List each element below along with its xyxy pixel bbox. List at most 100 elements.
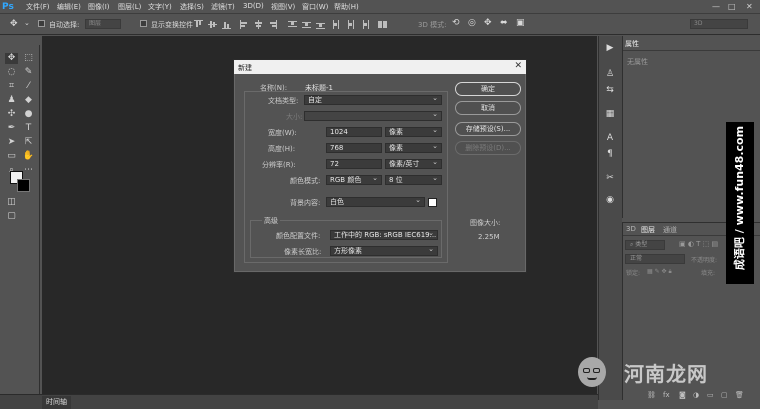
close-icon[interactable]: ✕ [514, 61, 522, 71]
pen-tool-icon[interactable]: ✒ [5, 123, 18, 134]
eraser-tool-icon[interactable]: ◆ [22, 95, 35, 106]
move-tool-icon[interactable]: ✥ [10, 19, 18, 29]
3d-scale-icon[interactable]: ▣ [516, 18, 525, 28]
move-tool-icon[interactable]: ✥ [5, 53, 18, 64]
tab-timeline[interactable]: 时间轴 [42, 396, 71, 409]
tab-channels[interactable]: 通道 [663, 225, 677, 235]
menu-image[interactable]: 图像(I) [88, 2, 110, 12]
workspace-dropdown[interactable]: 3D [690, 19, 748, 29]
healing-tool-icon[interactable]: ✣ [5, 109, 18, 120]
pixel-aspect-select[interactable]: 方形像素 [330, 246, 438, 256]
height-field[interactable]: 768 [326, 143, 382, 153]
menu-window[interactable]: 窗口(W) [302, 2, 328, 12]
menu-layer[interactable]: 图层(L) [118, 2, 141, 12]
eyedropper-tool-icon[interactable]: ⁄ [22, 81, 35, 92]
layer-filter-icons[interactable]: ▣ ◐ T ⬚ ▤ [679, 240, 718, 248]
align-hcenter-icon[interactable] [254, 20, 263, 29]
color-profile-select[interactable]: 工作中的 RGB: sRGB IEC619... [330, 230, 438, 240]
size-select[interactable] [304, 111, 442, 121]
blend-mode-dropdown[interactable]: 正常 [625, 254, 685, 264]
layer-filter-dropdown[interactable]: ⌕ 类型 [625, 240, 665, 250]
background-select[interactable]: 白色 [326, 197, 425, 207]
menu-select[interactable]: 选择(S) [180, 2, 204, 12]
blur-tool-icon[interactable]: ● [22, 109, 35, 120]
quick-mask-icon[interactable]: ◫ [5, 197, 18, 208]
adjustments-icon[interactable]: ⇆ [603, 84, 617, 96]
resolution-field[interactable]: 72 [326, 159, 382, 169]
3d-roll-icon[interactable]: ◎ [468, 18, 476, 28]
3d-rotate-icon[interactable]: ⟲ [452, 18, 460, 28]
stamp-tool-icon[interactable]: ♟ [5, 95, 18, 106]
tab-layers[interactable]: 图层 [641, 225, 655, 235]
type-tool-icon[interactable]: T [22, 123, 35, 134]
tab-properties[interactable]: 属性 [625, 39, 655, 49]
menu-filter[interactable]: 滤镜(T) [211, 2, 235, 12]
3d-pan-icon[interactable]: ✥ [484, 18, 492, 28]
preset-select[interactable]: 自定 [304, 95, 442, 105]
history-icon[interactable]: ▶ [603, 42, 617, 54]
menu-view[interactable]: 视图(V) [271, 2, 295, 12]
align-top-icon[interactable] [194, 20, 203, 29]
menu-type[interactable]: 文字(Y) [148, 2, 172, 12]
cancel-button[interactable]: 取消 [455, 101, 521, 115]
show-transform-checkbox[interactable] [140, 20, 147, 27]
menu-help[interactable]: 帮助(H) [334, 2, 359, 12]
auto-select-checkbox[interactable] [38, 20, 45, 27]
delete-layer-icon[interactable]: 🗑︎ [735, 391, 744, 399]
crop-tool-icon[interactable]: ⌗ [5, 81, 18, 92]
distribute-hcenter-icon[interactable] [346, 20, 355, 29]
advanced-toggle[interactable]: 高级 [262, 216, 280, 226]
height-unit-select[interactable]: 像素 [385, 143, 442, 153]
chevron-down-icon[interactable]: ⌄ [24, 19, 30, 27]
lock-icons[interactable]: ▦ ✎ ✥ 🔒︎ [647, 268, 672, 276]
distribute-bottom-icon[interactable] [316, 20, 325, 29]
align-vcenter-icon[interactable] [208, 20, 217, 29]
path-select-tool-icon[interactable]: ➤ [5, 137, 18, 148]
3d-slide-icon[interactable]: ⬌ [500, 18, 508, 28]
width-field[interactable]: 1024 [326, 127, 382, 137]
more-tools-icon[interactable]: ⋯ [22, 165, 35, 176]
distribute-right-icon[interactable] [360, 20, 369, 29]
new-layer-icon[interactable]: ▢ [721, 391, 728, 399]
3d-icon[interactable]: ◉ [603, 194, 617, 206]
minimize-icon[interactable]: — [712, 2, 720, 11]
align-right-icon[interactable] [268, 20, 277, 29]
width-unit-select[interactable]: 像素 [385, 127, 442, 137]
fx-icon[interactable]: fx [663, 391, 670, 399]
character-icon[interactable]: A [603, 132, 617, 144]
background-color-swatch[interactable] [428, 198, 437, 207]
distribute-vcenter-icon[interactable] [302, 20, 311, 29]
lasso-tool-icon[interactable]: ◌ [5, 67, 18, 78]
align-bottom-icon[interactable] [222, 20, 231, 29]
new-group-icon[interactable]: ▭ [707, 391, 714, 399]
marquee-tool-icon[interactable]: ⬚ [22, 53, 35, 64]
maximize-icon[interactable]: □ [728, 2, 736, 11]
tools-preset-icon[interactable]: ✂ [603, 172, 617, 184]
save-preset-button[interactable]: 存储预设(S)... [455, 122, 521, 136]
ok-button[interactable]: 确定 [455, 82, 521, 96]
distribute-left-icon[interactable] [332, 20, 341, 29]
add-mask-icon[interactable]: ◙ [679, 391, 686, 399]
menu-file[interactable]: 文件(F) [26, 2, 50, 12]
distribute-top-icon[interactable] [288, 20, 297, 29]
align-left-icon[interactable] [240, 20, 249, 29]
background-color-swatch[interactable] [17, 179, 30, 192]
menu-edit[interactable]: 编辑(E) [57, 2, 81, 12]
bit-depth-select[interactable]: 8 位 [385, 175, 442, 185]
brush-settings-icon[interactable]: ♙ [603, 68, 617, 80]
quick-select-tool-icon[interactable]: ✎ [22, 67, 35, 78]
link-layers-icon[interactable]: ⛓ [647, 391, 656, 399]
auto-select-dropdown[interactable]: 图层 [85, 19, 121, 29]
paragraph-icon[interactable]: ¶ [603, 148, 617, 160]
screen-mode-icon[interactable]: ▢ [5, 211, 18, 222]
adjustment-layer-icon[interactable]: ◑ [693, 391, 699, 399]
direct-select-tool-icon[interactable]: ⇱ [22, 137, 35, 148]
swatches-icon[interactable]: ▦ [603, 108, 617, 120]
tab-3d[interactable]: 3D [626, 225, 636, 233]
shape-tool-icon[interactable]: ▭ [5, 151, 18, 162]
close-window-icon[interactable]: ✕ [746, 2, 753, 11]
resolution-unit-select[interactable]: 像素/英寸 [385, 159, 442, 169]
color-mode-select[interactable]: RGB 颜色 [326, 175, 382, 185]
hand-tool-icon[interactable]: ✋ [22, 151, 35, 162]
auto-align-icon[interactable] [378, 20, 387, 29]
